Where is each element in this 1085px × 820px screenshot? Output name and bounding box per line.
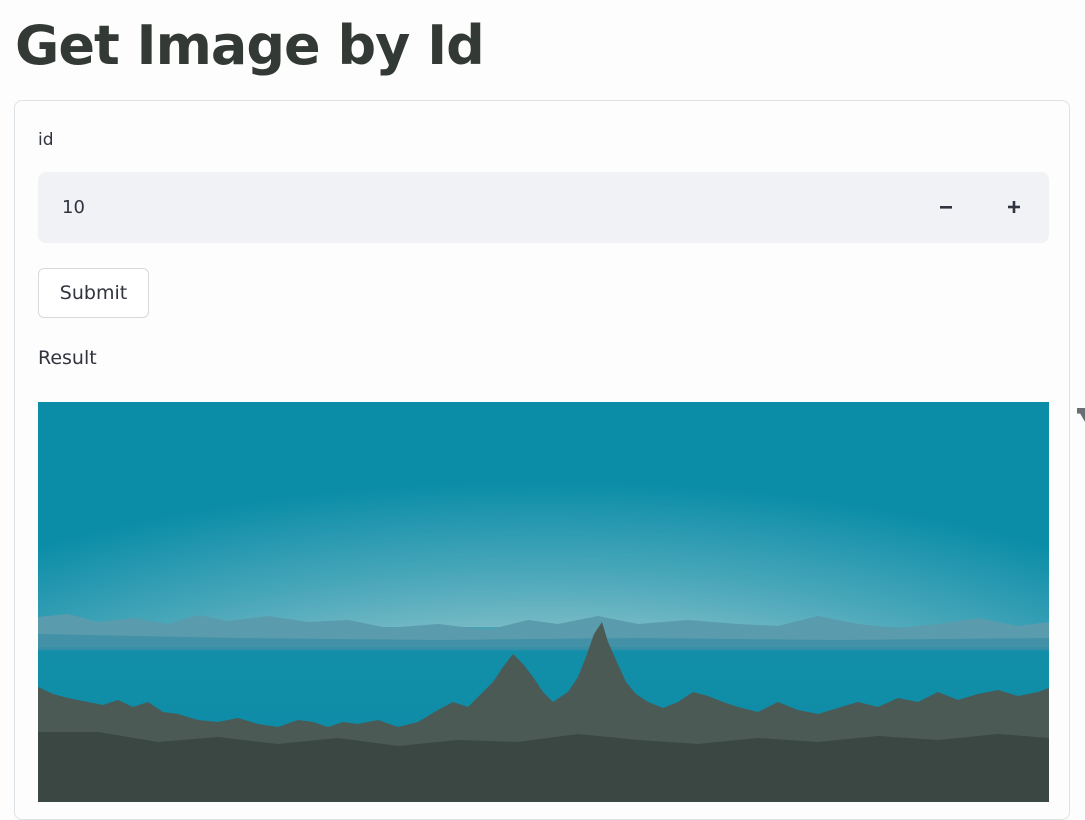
- increment-button[interactable]: [997, 190, 1031, 224]
- id-input[interactable]: [38, 172, 898, 243]
- decrement-button[interactable]: [929, 190, 963, 224]
- result-image: [38, 402, 1049, 802]
- id-number-input: [38, 172, 1049, 243]
- scroll-edge-indicator: [1077, 408, 1085, 422]
- minus-icon: [940, 206, 952, 209]
- submit-button[interactable]: Submit: [38, 268, 149, 318]
- id-field-label: id: [38, 130, 54, 150]
- plus-icon: [1008, 201, 1020, 213]
- form-container: id Submit Result: [14, 100, 1070, 820]
- page-title: Get Image by Id: [15, 14, 485, 77]
- result-label: Result: [38, 347, 97, 369]
